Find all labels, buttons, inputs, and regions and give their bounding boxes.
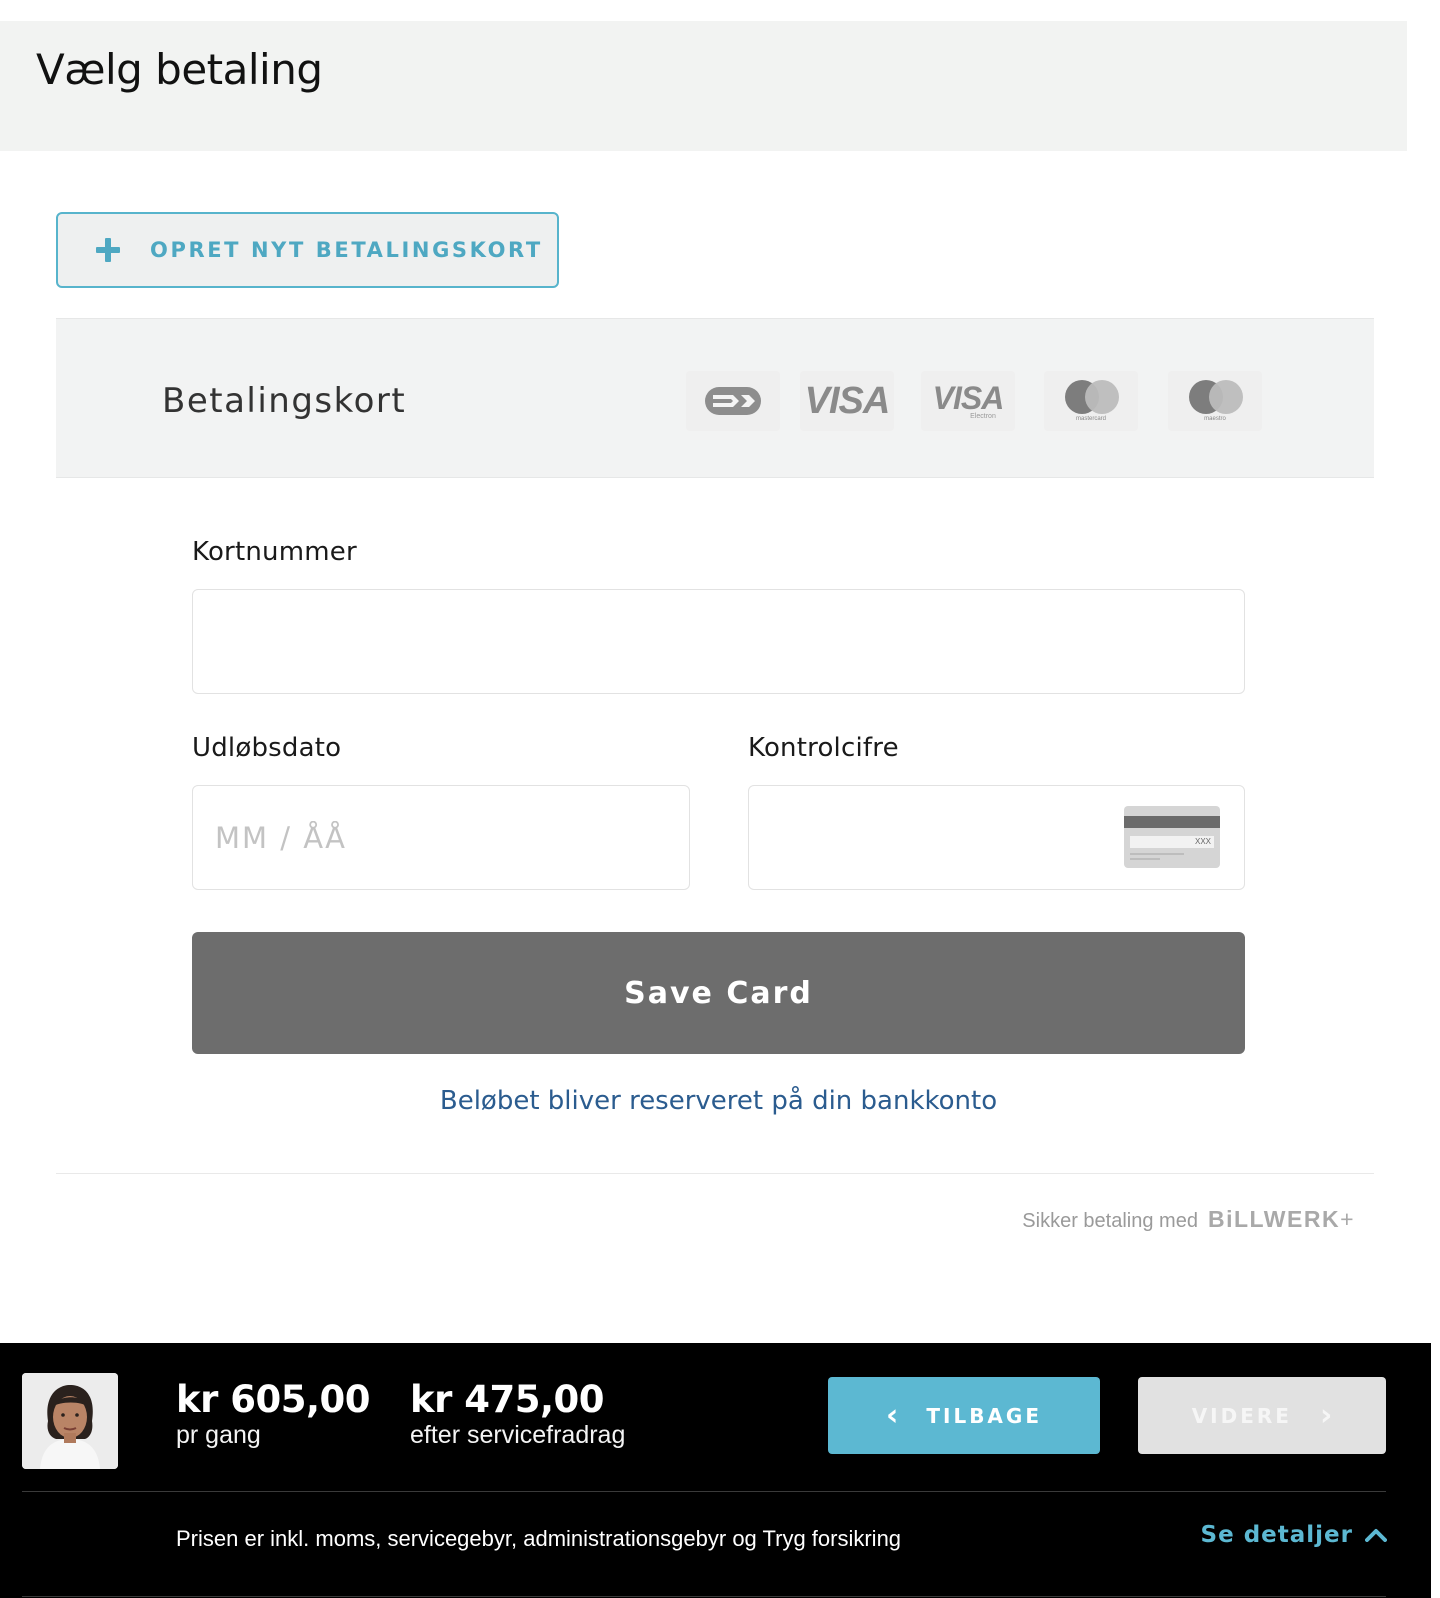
- card-number-label: Kortnummer: [192, 537, 357, 567]
- secure-payment-text: Sikker betaling med: [1022, 1210, 1198, 1232]
- payment-method-panel[interactable]: Betalingskort VISA VISA Electron masterc…: [56, 318, 1374, 478]
- back-button[interactable]: ‹ TILBAGE: [828, 1377, 1100, 1454]
- checkout-footer: kr 605,00 pr gang kr 475,00 efter servic…: [0, 1343, 1431, 1598]
- next-button[interactable]: VIDERE ›: [1138, 1377, 1386, 1454]
- price-disclaimer: Prisen er inkl. moms, servicegebyr, admi…: [176, 1526, 902, 1551]
- expiry-label: Udløbsdato: [192, 733, 342, 763]
- price-after-deduction-sub: efter servicefradrag: [410, 1421, 626, 1449]
- expiry-field[interactable]: [192, 785, 690, 890]
- secure-payment-note: Sikker betaling med BiLLWERK+: [1022, 1206, 1355, 1233]
- cvc-icon-text: XXX: [1194, 837, 1211, 846]
- chevron-up-icon: [1365, 1529, 1387, 1542]
- mastercard-icon: mastercard: [1044, 371, 1138, 431]
- mastercard-sub: mastercard: [1075, 416, 1106, 422]
- chevron-right-icon: ›: [1319, 1397, 1333, 1433]
- cvc-field[interactable]: XXX: [748, 785, 1245, 890]
- maestro-icon: maestro: [1168, 371, 1262, 431]
- add-card-button[interactable]: OPRET NYT BETALINGSKORT: [56, 212, 559, 288]
- visa-icon: VISA: [800, 371, 894, 431]
- add-card-button-label: OPRET NYT BETALINGSKORT: [150, 238, 543, 262]
- card-number-input[interactable]: [193, 590, 1244, 693]
- price-after-deduction: kr 475,00 efter servicefradrag: [410, 1380, 625, 1450]
- next-button-label: VIDERE: [1191, 1403, 1292, 1428]
- visa-electron-logo-text: VISA: [932, 379, 1005, 416]
- payment-method-title: Betalingskort: [162, 381, 407, 421]
- visa-electron-sub: Electron: [970, 412, 996, 420]
- visa-logo-text: VISA: [804, 379, 891, 422]
- price-per-visit: kr 605,00 pr gang: [176, 1378, 371, 1450]
- divider: [56, 1173, 1374, 1174]
- maestro-sub: maestro: [1204, 416, 1226, 422]
- price-per-visit-amount: kr 605,00: [176, 1378, 371, 1421]
- chevron-left-icon: ‹: [885, 1397, 899, 1433]
- reservation-note: Beløbet bliver reserveret på din bankkon…: [439, 1086, 998, 1116]
- dankort-icon: [686, 371, 780, 431]
- back-button-label: TILBAGE: [926, 1403, 1042, 1428]
- see-details-link[interactable]: Se detaljer: [1201, 1522, 1387, 1548]
- expiry-input[interactable]: [193, 786, 689, 889]
- footer-divider: [22, 1491, 1386, 1492]
- page-title: Vælg betaling: [36, 45, 323, 94]
- page-header: Vælg betaling: [0, 21, 1407, 151]
- footer-divider-bottom: [22, 1596, 1386, 1597]
- cvc-label: Kontrolcifre: [748, 733, 899, 763]
- billwerk-logo-text: BiLLWERK: [1207, 1206, 1341, 1232]
- visa-electron-icon: VISA Electron: [921, 371, 1015, 431]
- save-card-button[interactable]: Save Card: [192, 932, 1245, 1054]
- billwerk-plus: +: [1340, 1206, 1355, 1232]
- price-per-visit-sub: pr gang: [176, 1421, 261, 1449]
- billwerk-logo: BiLLWERK+: [1208, 1206, 1355, 1233]
- card-back-icon: XXX: [1124, 806, 1220, 868]
- see-details-label: Se detaljer: [1200, 1522, 1353, 1548]
- card-number-field[interactable]: [192, 589, 1245, 694]
- avatar: [22, 1373, 118, 1469]
- price-after-deduction-amount: kr 475,00: [410, 1378, 605, 1421]
- plus-icon: [96, 238, 120, 262]
